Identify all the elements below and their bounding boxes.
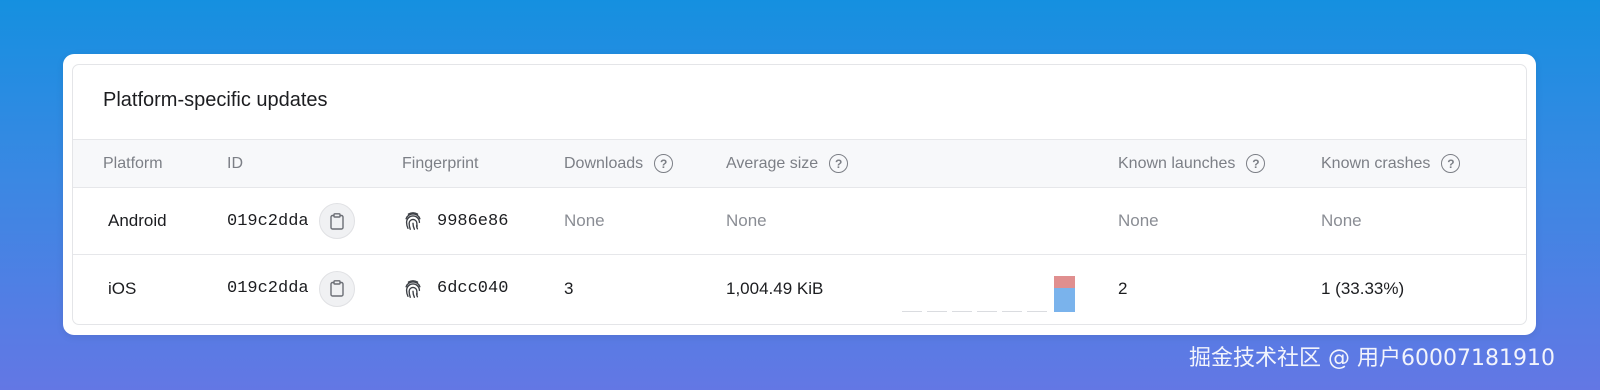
copy-id-button[interactable] — [319, 203, 355, 239]
column-header-known-launches: Known launches ? — [1118, 140, 1266, 187]
platform-name: iOS — [108, 278, 137, 298]
update-id: 019c2dda — [227, 279, 309, 298]
help-circle-icon[interactable]: ? — [1441, 154, 1461, 173]
updates-card: Platform-specific updates Platform ID Fi… — [72, 64, 1527, 325]
column-header-average-size-label: Average size — [726, 154, 819, 172]
column-header-average-size: Average size ? — [726, 140, 849, 187]
fingerprint-icon — [405, 212, 421, 230]
fingerprint-icon — [405, 279, 421, 298]
column-header-known-launches-label: Known launches — [1118, 154, 1236, 172]
table-row: Android 019c2dda 9986e86 None None None … — [73, 188, 1526, 255]
column-header-downloads-label: Downloads — [564, 154, 644, 172]
column-header-known-crashes-label: Known crashes — [1321, 154, 1431, 172]
clipboard-icon — [330, 212, 344, 230]
help-circle-icon[interactable]: ? — [654, 154, 674, 173]
size-bucket-bar-ok — [1054, 288, 1075, 312]
known-crashes-value: 1 (33.33%) — [1321, 278, 1405, 298]
downloads-value: 3 — [564, 278, 574, 298]
clipboard-icon — [330, 280, 344, 297]
fingerprint-value: 6dcc040 — [437, 279, 509, 298]
average-size-value: 1,004.49 KiB — [726, 278, 824, 298]
updates-card-container: Platform-specific updates Platform ID Fi… — [63, 54, 1536, 335]
column-header-id: ID — [227, 154, 243, 172]
copy-id-button[interactable] — [319, 270, 355, 307]
downloads-value: None — [564, 211, 605, 230]
size-bucket-bar-crashed — [1054, 276, 1075, 288]
help-circle-icon[interactable]: ? — [829, 154, 849, 173]
fingerprint-value: 9986e86 — [437, 211, 509, 231]
column-header-fingerprint: Fingerprint — [402, 154, 479, 172]
known-crashes-value: None — [1321, 211, 1362, 230]
empty-bucket — [902, 311, 922, 312]
card-title: Platform-specific updates — [103, 89, 328, 111]
empty-bucket — [1027, 311, 1047, 312]
watermark-text: 掘金技术社区 @ 用户60007181910 — [1189, 346, 1555, 371]
table-header: Platform ID Fingerprint Downloads ? Aver… — [73, 139, 1526, 188]
fingerprint-cell: 9986e86 — [402, 188, 508, 254]
empty-bucket — [1002, 311, 1022, 312]
average-size-value: None — [726, 211, 767, 230]
empty-bucket — [977, 311, 997, 312]
fingerprint-cell: 6dcc040 — [402, 255, 508, 322]
help-circle-icon[interactable]: ? — [1246, 154, 1266, 173]
known-launches-value: None — [1118, 211, 1159, 230]
update-id: 019c2dda — [227, 211, 309, 231]
column-header-platform: Platform — [103, 154, 163, 172]
size-distribution-chart — [902, 255, 1082, 322]
empty-bucket — [952, 311, 972, 312]
empty-bucket — [927, 311, 947, 312]
column-header-downloads: Downloads ? — [564, 140, 674, 187]
platform-name: Android — [108, 211, 167, 230]
table-row: iOS 019c2dda 6dcc040 3 1,004.49 KiB 2 1 … — [73, 255, 1526, 322]
column-header-known-crashes: Known crashes ? — [1321, 140, 1461, 187]
known-launches-value: 2 — [1118, 278, 1128, 298]
